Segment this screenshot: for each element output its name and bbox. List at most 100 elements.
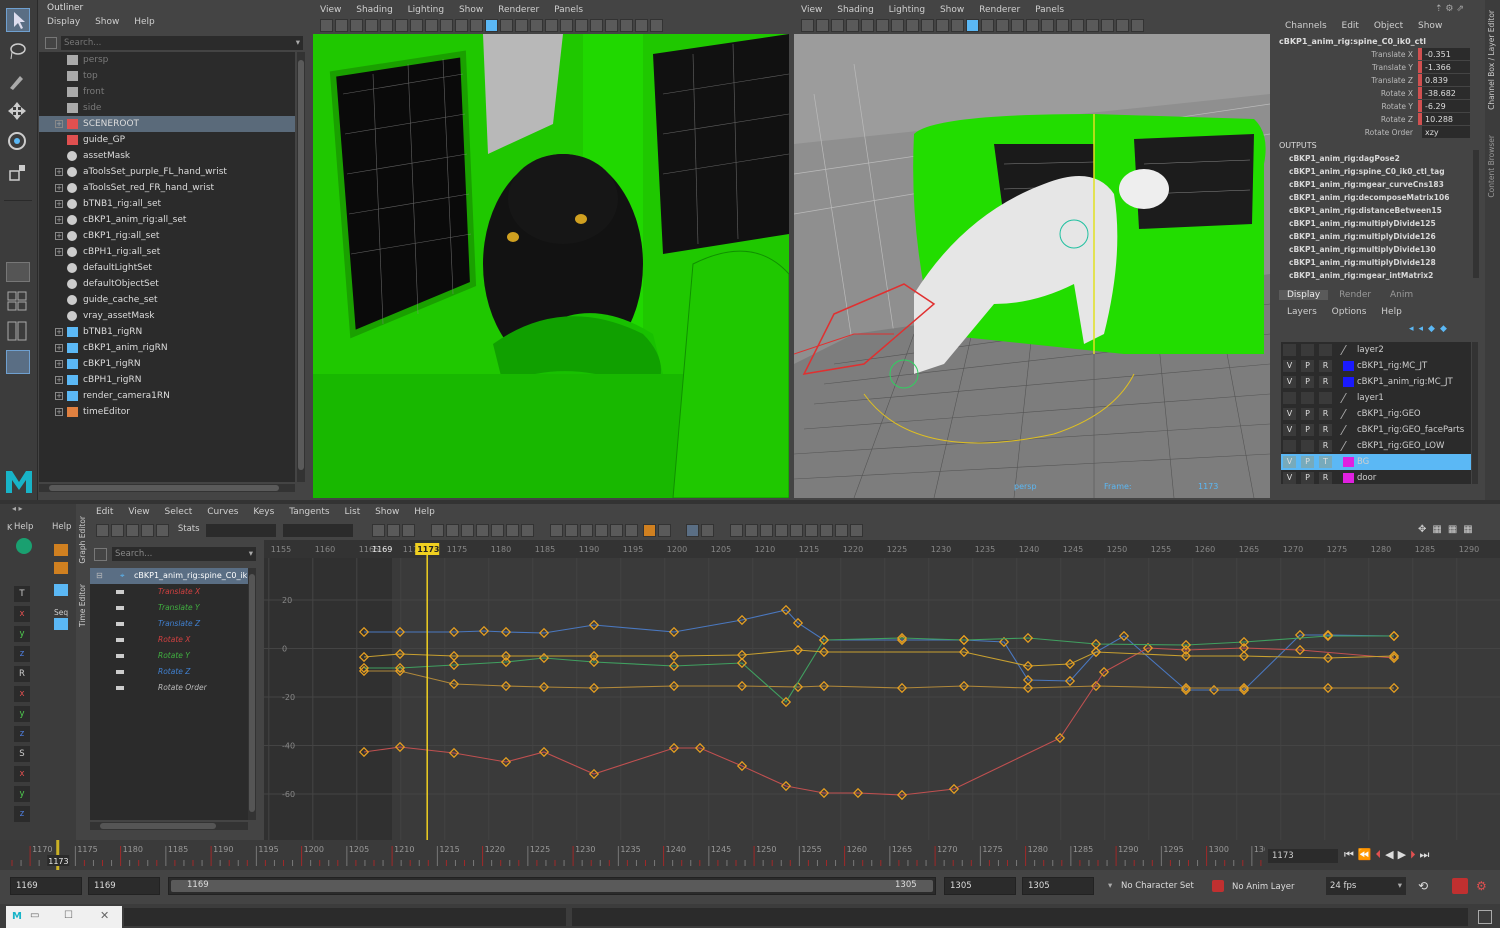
frame-all-icon[interactable] [372,524,386,537]
graph-menu-view[interactable]: View [128,507,149,517]
color-manage-icon[interactable] [650,19,663,32]
break-tangent-icon[interactable] [549,524,563,537]
outliner-menu-show[interactable]: Show [95,17,119,27]
wireframe-icon[interactable] [470,19,483,32]
layer-color-swatch[interactable] [1343,473,1354,483]
normalize-icon[interactable] [642,524,656,537]
graph-tool-icon-2[interactable] [54,562,68,574]
outliner-hscrollbar[interactable] [39,484,295,492]
layer-toggle-v[interactable]: V [1283,424,1296,436]
attribute-filter-button[interactable]: y [14,786,30,802]
viewport-left-menu-renderer[interactable]: Renderer [498,5,539,15]
flat-tangent-icon[interactable] [490,524,504,537]
channel-menu-show[interactable]: Show [1418,21,1442,31]
shadows-icon[interactable] [1011,19,1024,32]
outliner-item[interactable]: defaultObjectSet [39,276,295,292]
layer-toggle-v[interactable]: V [1283,408,1296,420]
layer-menu-layers[interactable]: Layers [1287,307,1317,317]
layer-color-swatch[interactable] [1340,393,1357,403]
outliner-item[interactable]: + cBKP1_anim_rig:all_set [39,212,295,228]
auto-key-icon[interactable] [1452,878,1468,894]
layer-toggle-v[interactable] [1283,392,1296,404]
retime-icon[interactable] [156,524,169,537]
layer-toggle-p[interactable] [1301,392,1314,404]
layer-toggle-v[interactable]: V [1283,376,1296,388]
layer-row[interactable]: V P Rdoor [1281,470,1471,486]
layer-color-swatch[interactable] [1343,361,1354,371]
expand-icon[interactable]: + [55,216,63,224]
outliner-menu-help[interactable]: Help [134,17,155,27]
graph-menu-keys[interactable]: Keys [253,507,274,517]
next-key-icon[interactable]: ⏵ [1410,848,1420,861]
channel-value-field[interactable]: -0.351 [1418,48,1470,60]
layer-row[interactable]: V P RcBKP1_rig:MC_JT [1281,358,1471,374]
outliner-item[interactable]: defaultLightSet [39,260,295,276]
mel-input[interactable] [124,908,566,926]
outliner-item[interactable]: guide_cache_set [39,292,295,308]
viewport-left-menu-shading[interactable]: Shading [356,5,393,15]
loop-icon[interactable]: ⟲ [1418,879,1432,893]
step-tangent-icon[interactable] [505,524,519,537]
output-node[interactable]: cBKP1_anim_rig:multiplyDivide130 [1279,243,1469,256]
layer-toggle-p[interactable]: P [1301,408,1314,420]
shadows-icon[interactable] [530,19,543,32]
xray-icon[interactable] [590,19,603,32]
layout-single-icon[interactable] [6,262,30,282]
graph-channel-row[interactable]: Translate X [90,584,248,600]
outliner-item[interactable]: top [39,68,295,84]
safe-action-icon[interactable] [455,19,468,32]
anim-layer-label[interactable]: No Anim Layer [1232,882,1295,892]
channel-value-field[interactable]: -1.366 [1418,61,1470,73]
attribute-filter-button[interactable]: z [14,646,30,662]
layer-toggle-r[interactable]: T [1319,456,1332,468]
frame-playback-icon[interactable] [402,524,416,537]
channel-row[interactable]: Rotate Y -6.29 [1275,100,1475,113]
channel-menu-edit[interactable]: Edit [1342,21,1359,31]
layer-row[interactable]: RcBKP1_rig:GEO_LOW [1281,438,1471,454]
layer-menu-help[interactable]: Help [1381,307,1402,317]
dope-sheet-icon[interactable] [701,524,715,537]
channel-box-scrollbar[interactable] [1473,150,1479,278]
tab-render[interactable]: Render [1331,290,1379,300]
insert-key-icon[interactable] [111,524,124,537]
outliner-item[interactable]: + SCENEROOT [39,116,295,132]
layer-toggle-r[interactable] [1319,392,1332,404]
close-icon[interactable]: ✕ [100,909,109,922]
attribute-filter-button[interactable]: z [14,726,30,742]
fps-dropdown[interactable]: 24 fps ▾ [1326,877,1406,895]
time-editor-side-tab[interactable]: Time Editor [78,584,87,627]
tab-anim[interactable]: Anim [1382,290,1421,300]
attribute-filter-button[interactable]: T [14,586,30,602]
unify-tangent-icon[interactable] [564,524,578,537]
channel-value-field[interactable]: 10.288 [1418,113,1470,125]
exposure-icon[interactable] [1101,19,1114,32]
outliner-menu-display[interactable]: Display [47,17,80,27]
outliner-item[interactable]: vray_assetMask [39,308,295,324]
prev-key-icon[interactable]: ⏴ [1376,848,1386,861]
aa-icon[interactable] [1041,19,1054,32]
layer-toggle-r[interactable]: R [1319,440,1332,452]
wireframe-icon[interactable] [951,19,964,32]
graph-filter-icon[interactable] [94,548,107,561]
layer-toggle-p[interactable] [1301,344,1314,356]
plateau-tangent-icon[interactable] [520,524,534,537]
outliner-item[interactable]: + cBKP1_anim_rigRN [39,340,295,356]
attribute-filter-button[interactable]: x [14,686,30,702]
paint-tool-icon[interactable] [6,70,30,94]
play-back-icon[interactable]: ◀ [1385,848,1397,861]
graph-channel-row[interactable]: Rotate Z [90,664,248,680]
graph-menu-list[interactable]: List [344,507,360,517]
outliner-item[interactable]: + cBPH1_rigRN [39,372,295,388]
layer-toggle-r[interactable]: R [1319,360,1332,372]
bookmark-icon[interactable] [831,19,844,32]
ao-icon[interactable] [1026,19,1039,32]
layer-row[interactable]: layer2 [1281,342,1471,358]
outliner-item[interactable]: + cBPH1_rig:all_set [39,244,295,260]
resolution-gate-icon[interactable] [410,19,423,32]
film-gate-icon[interactable] [395,19,408,32]
linear-tangent-icon[interactable] [475,524,489,537]
denormalize-icon[interactable] [657,524,671,537]
current-frame-field[interactable]: 1173 [1268,849,1338,863]
layer-toggle-r[interactable]: R [1319,472,1332,484]
key-icon[interactable] [16,538,32,554]
